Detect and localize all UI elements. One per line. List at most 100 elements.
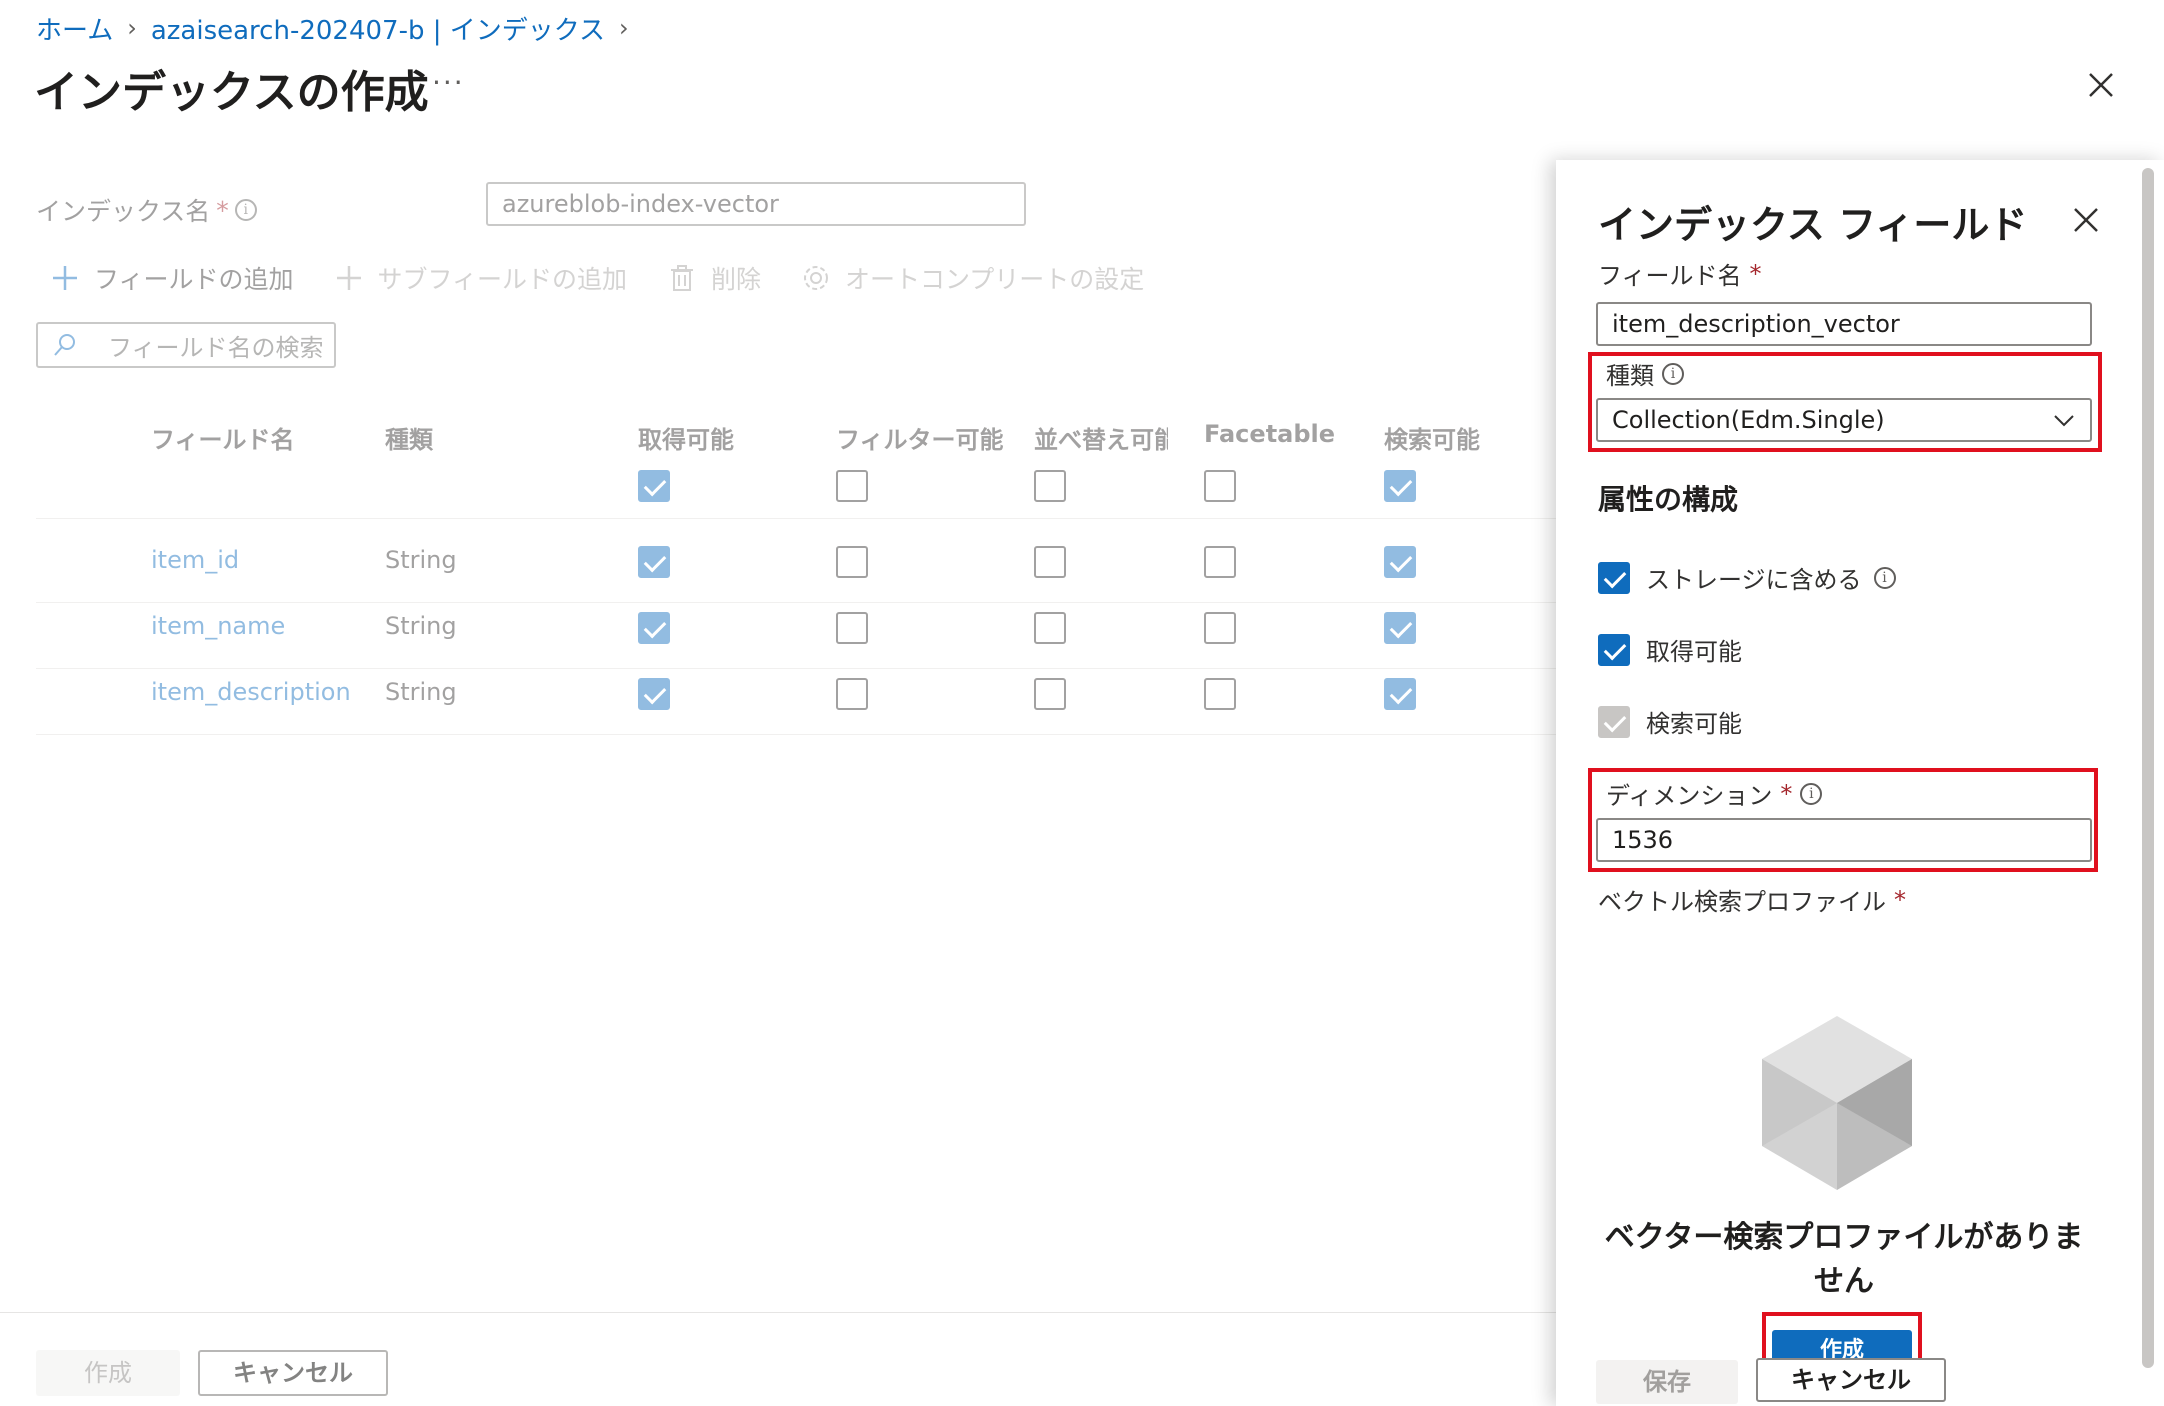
cancel-button[interactable]: キャンセル [1756, 1358, 1946, 1402]
index-name-input[interactable]: azureblob-index-vector [486, 182, 1026, 226]
column-header[interactable]: フィールド名 [151, 420, 295, 455]
add-field-button[interactable]: フィールドの追加 [50, 260, 294, 296]
trash-icon [671, 265, 694, 291]
table-header: フィールド名 種類 取得可能 フィルター可能 並べ替え可能 Facetable … [0, 412, 1556, 462]
vector-profile-label-text: ベクトル検索プロファイル [1598, 888, 1886, 916]
info-icon[interactable]: i [234, 199, 257, 221]
more-options-button[interactable]: ··· [432, 66, 465, 99]
save-button[interactable]: 保存 [1596, 1360, 1738, 1404]
sortable-checkbox[interactable] [1034, 612, 1066, 644]
cancel-index-button[interactable]: キャンセル [198, 1350, 388, 1396]
column-header[interactable]: 取得可能 [638, 420, 734, 455]
retrievable-checkbox[interactable] [638, 612, 670, 644]
select-all-filterable-checkbox[interactable] [836, 470, 868, 502]
breadcrumb-service[interactable]: azaisearch-202407-b | インデックス [151, 10, 605, 47]
delete-button[interactable]: 削除 [667, 260, 761, 296]
required-mark: * [1780, 779, 1793, 808]
page-title: インデックスの作成 [34, 67, 429, 118]
table-row: item_name String [0, 598, 1556, 662]
type-label: 種類 i [1606, 356, 1684, 391]
index-field-panel: インデックス フィールド フィールド名 * item_description_v… [1556, 160, 2164, 1406]
autocomplete-settings-button[interactable]: オートコンプリートの設定 [801, 260, 1144, 296]
autocomplete-label: オートコンプリートの設定 [845, 265, 1145, 294]
facetable-checkbox[interactable] [1204, 612, 1236, 644]
table-row: item_description String [0, 664, 1556, 728]
select-all-retrievable-checkbox[interactable] [638, 470, 670, 502]
dimension-label: ディメンション * i [1606, 776, 1823, 811]
breadcrumb: ホーム › azaisearch-202407-b | インデックス › [36, 8, 643, 48]
storage-label: ストレージに含める [1646, 566, 1862, 594]
chevron-right-icon: › [127, 14, 137, 42]
empty-cube-icon [1762, 1016, 1912, 1190]
field-toolbar: フィールドの追加 サブフィールドの追加 削除 オートコンプリートの設定 [50, 256, 1184, 300]
sortable-checkbox[interactable] [1034, 546, 1066, 578]
breadcrumb-home[interactable]: ホーム [36, 10, 113, 47]
include-in-storage-checkbox[interactable] [1598, 561, 1630, 594]
search-icon [54, 334, 75, 356]
divider [36, 518, 1556, 519]
chevron-down-icon [2054, 415, 2074, 427]
type-select[interactable]: Collection(Edm.Single) [1596, 398, 2092, 442]
field-search-input[interactable]: フィールド名の検索 [36, 322, 336, 368]
dimension-label-text: ディメンション [1606, 782, 1773, 810]
search-placeholder: フィールド名の検索 [108, 333, 324, 362]
searchable-checkbox[interactable] [1384, 546, 1416, 578]
select-all-facetable-checkbox[interactable] [1204, 470, 1236, 502]
sortable-checkbox[interactable] [1034, 678, 1066, 710]
field-name-input[interactable]: item_description_vector [1596, 302, 2092, 346]
field-name-label: フィールド名 * [1598, 256, 1762, 291]
table-row: item_id String [0, 532, 1556, 596]
facetable-checkbox[interactable] [1204, 546, 1236, 578]
attributes-title: 属性の構成 [1598, 483, 1739, 516]
column-header[interactable]: 並べ替え可能 [1034, 420, 1168, 455]
create-index-button[interactable]: 作成 [36, 1350, 180, 1396]
field-name-link[interactable]: item_name [151, 612, 285, 640]
field-name-link[interactable]: item_description [151, 678, 351, 706]
column-header[interactable]: フィルター可能 [836, 420, 1004, 455]
info-icon[interactable]: i [1800, 782, 1823, 805]
column-header[interactable]: Facetable [1204, 420, 1335, 448]
add-subfield-button[interactable]: サブフィールドの追加 [334, 260, 628, 296]
panel-title: インデックス フィールド [1598, 203, 2028, 247]
info-icon[interactable]: i [1662, 362, 1684, 385]
empty-state-text: ベクター検索プロファイルがありません [1604, 1220, 2084, 1299]
retrievable-checkbox[interactable] [1598, 633, 1630, 666]
field-type: String [385, 546, 457, 574]
filterable-checkbox[interactable] [836, 546, 868, 578]
delete-label: 削除 [711, 265, 762, 294]
searchable-label: 検索可能 [1646, 710, 1742, 738]
scrollbar[interactable] [2142, 168, 2154, 1368]
retrievable-checkbox[interactable] [638, 546, 670, 578]
index-editor: インデックス名 * i azureblob-index-vector フィールド… [0, 160, 1556, 1310]
dimension-input[interactable]: 1536 [1596, 818, 2092, 862]
storage-option: ストレージに含める i [1598, 560, 1896, 595]
divider [36, 734, 1556, 735]
field-name-link[interactable]: item_id [151, 546, 239, 574]
filterable-checkbox[interactable] [836, 678, 868, 710]
retrievable-label: 取得可能 [1646, 638, 1742, 666]
filterable-checkbox[interactable] [836, 612, 868, 644]
close-icon[interactable] [2086, 70, 2116, 100]
field-name-label-text: フィールド名 [1598, 262, 1742, 290]
add-field-label: フィールドの追加 [94, 265, 294, 294]
select-all-searchable-checkbox[interactable] [1384, 470, 1416, 502]
close-icon[interactable] [2072, 206, 2100, 234]
facetable-checkbox[interactable] [1204, 678, 1236, 710]
retrievable-checkbox[interactable] [638, 678, 670, 710]
type-label-text: 種類 [1606, 362, 1654, 390]
required-mark: * [1894, 885, 1906, 914]
select-all-sortable-checkbox[interactable] [1034, 470, 1066, 502]
index-name-label: インデックス名 * i [36, 192, 257, 228]
searchable-checkbox[interactable] [1384, 612, 1416, 644]
plus-icon [53, 266, 77, 290]
retrievable-option: 取得可能 [1598, 632, 1742, 667]
info-icon[interactable]: i [1873, 566, 1896, 589]
gear-icon [804, 266, 829, 290]
plus-icon [336, 266, 361, 290]
column-header[interactable]: 検索可能 [1384, 420, 1480, 455]
index-name-label-text: インデックス名 [36, 197, 211, 226]
column-header[interactable]: 種類 [385, 420, 433, 455]
searchable-checkbox[interactable] [1384, 678, 1416, 710]
searchable-checkbox [1598, 705, 1630, 738]
add-subfield-label: サブフィールドの追加 [377, 265, 628, 294]
